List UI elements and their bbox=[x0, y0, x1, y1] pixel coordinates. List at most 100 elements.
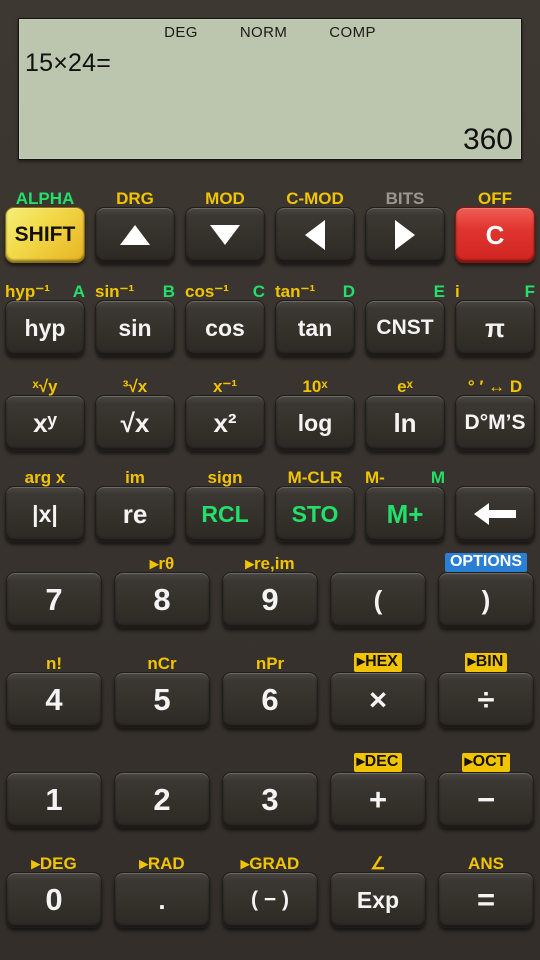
key-shift-label-real-part: im bbox=[125, 468, 145, 487]
key-equals[interactable]: = bbox=[438, 872, 534, 928]
key-face-minus: − bbox=[476, 782, 496, 817]
key-alpha-label-cos: C bbox=[252, 282, 265, 301]
key-negate[interactable]: ( − ) bbox=[222, 872, 318, 928]
key-alpha-label-sin: B bbox=[162, 282, 175, 301]
key-memory-plus[interactable]: M+ bbox=[365, 486, 445, 542]
key-labels-log: 10ˣ bbox=[275, 371, 355, 395]
key-hyp[interactable]: hyp bbox=[5, 300, 85, 356]
key-shift-label-power-xy: ˣ√y bbox=[32, 377, 58, 396]
key-labels-arrow-down: MOD bbox=[185, 183, 265, 207]
key-sin[interactable]: sin bbox=[95, 300, 175, 356]
key-alpha-label-cnst: E bbox=[433, 282, 445, 301]
status-notation-mode: NORM bbox=[239, 24, 288, 41]
key-recall[interactable]: RCL bbox=[185, 486, 265, 542]
key-cell-absolute-value: arg x |x| bbox=[0, 462, 90, 542]
key-labels-real-part: im bbox=[95, 462, 175, 486]
key-face-open-paren: ( bbox=[373, 584, 383, 615]
key-face-exponent: Exp bbox=[356, 886, 400, 913]
key-cell-minus: ▸OCT − bbox=[432, 748, 540, 828]
key-labels-absolute-value: arg x bbox=[5, 462, 85, 486]
key-cell-degrees-minutes-seconds: ° ′ ↔ D D°M’S bbox=[450, 371, 540, 451]
key-cell-memory-plus: M- M M+ bbox=[360, 462, 450, 542]
key-tan[interactable]: tan bbox=[275, 300, 355, 356]
key-shift-label-digit-9: ▸re,im bbox=[245, 554, 295, 573]
key-labels-digit-2 bbox=[114, 748, 210, 772]
key-cell-clear: OFF C bbox=[450, 183, 540, 263]
key-digit-0[interactable]: 0 bbox=[6, 872, 102, 928]
key-real-part[interactable]: re bbox=[95, 486, 175, 542]
key-digit-6[interactable]: 6 bbox=[222, 672, 318, 728]
key-clear[interactable]: C bbox=[455, 207, 535, 263]
key-ln[interactable]: ln bbox=[365, 395, 445, 451]
key-decimal-point[interactable]: . bbox=[114, 872, 210, 928]
key-top-label-clear: OFF bbox=[478, 189, 512, 208]
key-face-negate: ( − ) bbox=[251, 888, 289, 911]
key-arrow-down[interactable] bbox=[185, 207, 265, 263]
key-arrow-right[interactable] bbox=[365, 207, 445, 263]
key-digit-5[interactable]: 5 bbox=[114, 672, 210, 728]
key-face-multiply: × bbox=[368, 682, 388, 717]
key-cell-recall: sign RCL bbox=[180, 462, 270, 542]
key-backspace[interactable] bbox=[455, 486, 535, 542]
key-cos[interactable]: cos bbox=[185, 300, 265, 356]
key-cell-digit-3: 3 bbox=[216, 748, 324, 828]
key-store[interactable]: STO bbox=[275, 486, 355, 542]
key-digit-8[interactable]: 8 bbox=[114, 572, 210, 628]
key-power-xy[interactable]: xʸ bbox=[5, 395, 85, 451]
key-square[interactable]: x² bbox=[185, 395, 265, 451]
key-square-root[interactable]: √x bbox=[95, 395, 175, 451]
key-labels-square-root: ³√x bbox=[95, 371, 175, 395]
key-labels-power-xy: ˣ√y bbox=[5, 371, 85, 395]
key-cell-digit-0: ▸DEG 0 bbox=[0, 848, 108, 928]
key-cell-divide: ▸BIN ÷ bbox=[432, 648, 540, 728]
key-pi[interactable]: π bbox=[455, 300, 535, 356]
key-face-sin: sin bbox=[118, 314, 152, 341]
key-plus[interactable]: + bbox=[330, 772, 426, 828]
key-shift-label-tan: tan⁻¹ bbox=[275, 282, 316, 301]
key-shift[interactable]: SHIFT bbox=[5, 207, 85, 263]
key-arrow-up[interactable] bbox=[95, 207, 175, 263]
key-multiply[interactable]: × bbox=[330, 672, 426, 728]
row-memory: arg x |x| im re sign RCL M-CLR STO M- M M+ bbox=[0, 462, 540, 542]
key-labels-cos: cos⁻¹ C bbox=[185, 276, 265, 300]
row-789: 7 ▸rθ 8 ▸re,im 9 (OPTIONS) bbox=[0, 548, 540, 628]
key-digit-2[interactable]: 2 bbox=[114, 772, 210, 828]
key-face-store: STO bbox=[291, 500, 339, 527]
key-digit-9[interactable]: 9 bbox=[222, 572, 318, 628]
key-labels-pi: iF bbox=[455, 276, 535, 300]
key-cell-plus: ▸DEC + bbox=[324, 748, 432, 828]
key-divide[interactable]: ÷ bbox=[438, 672, 534, 728]
key-cell-real-part: im re bbox=[90, 462, 180, 542]
key-labels-open-paren bbox=[330, 548, 426, 572]
key-face-hyp: hyp bbox=[24, 314, 66, 341]
key-labels-square: x⁻¹ bbox=[185, 371, 265, 395]
key-arrow-left[interactable] bbox=[275, 207, 355, 263]
key-shift-label-digit-5: nCr bbox=[147, 654, 177, 673]
key-labels-arrow-left: C-MOD bbox=[275, 183, 355, 207]
key-face-digit-6: 6 bbox=[261, 682, 279, 717]
key-alpha-label-pi: F bbox=[524, 282, 535, 301]
key-exponent[interactable]: Exp bbox=[330, 872, 426, 928]
key-digit-3[interactable]: 3 bbox=[222, 772, 318, 828]
key-shift-label-cos: cos⁻¹ bbox=[185, 282, 229, 301]
key-face-cnst: CNST bbox=[376, 316, 434, 339]
key-degrees-minutes-seconds[interactable]: D°M’S bbox=[455, 395, 535, 451]
key-digit-4[interactable]: 4 bbox=[6, 672, 102, 728]
key-close-paren[interactable]: ) bbox=[438, 572, 534, 628]
arrow-up-icon bbox=[120, 225, 150, 245]
key-digit-1[interactable]: 1 bbox=[6, 772, 102, 828]
key-open-paren[interactable]: ( bbox=[330, 572, 426, 628]
backspace-icon bbox=[474, 503, 516, 525]
row-trig: hyp⁻¹ Ahyp sin⁻¹ Bsin cos⁻¹ Ccos tan⁻¹ Dtan E CNS… bbox=[0, 276, 540, 356]
key-log[interactable]: log bbox=[275, 395, 355, 451]
key-face-digit-7: 7 bbox=[45, 582, 63, 617]
key-top-label-arrow-left: C-MOD bbox=[286, 189, 344, 208]
key-absolute-value[interactable]: |x| bbox=[5, 486, 85, 542]
key-face-log: log bbox=[297, 409, 333, 436]
key-shift-label-hyp: hyp⁻¹ bbox=[5, 282, 50, 301]
key-face-pi: π bbox=[485, 312, 505, 343]
key-digit-7[interactable]: 7 bbox=[6, 572, 102, 628]
key-minus[interactable]: − bbox=[438, 772, 534, 828]
key-cnst[interactable]: CNST bbox=[365, 300, 445, 356]
key-cell-sin: sin⁻¹ Bsin bbox=[90, 276, 180, 356]
